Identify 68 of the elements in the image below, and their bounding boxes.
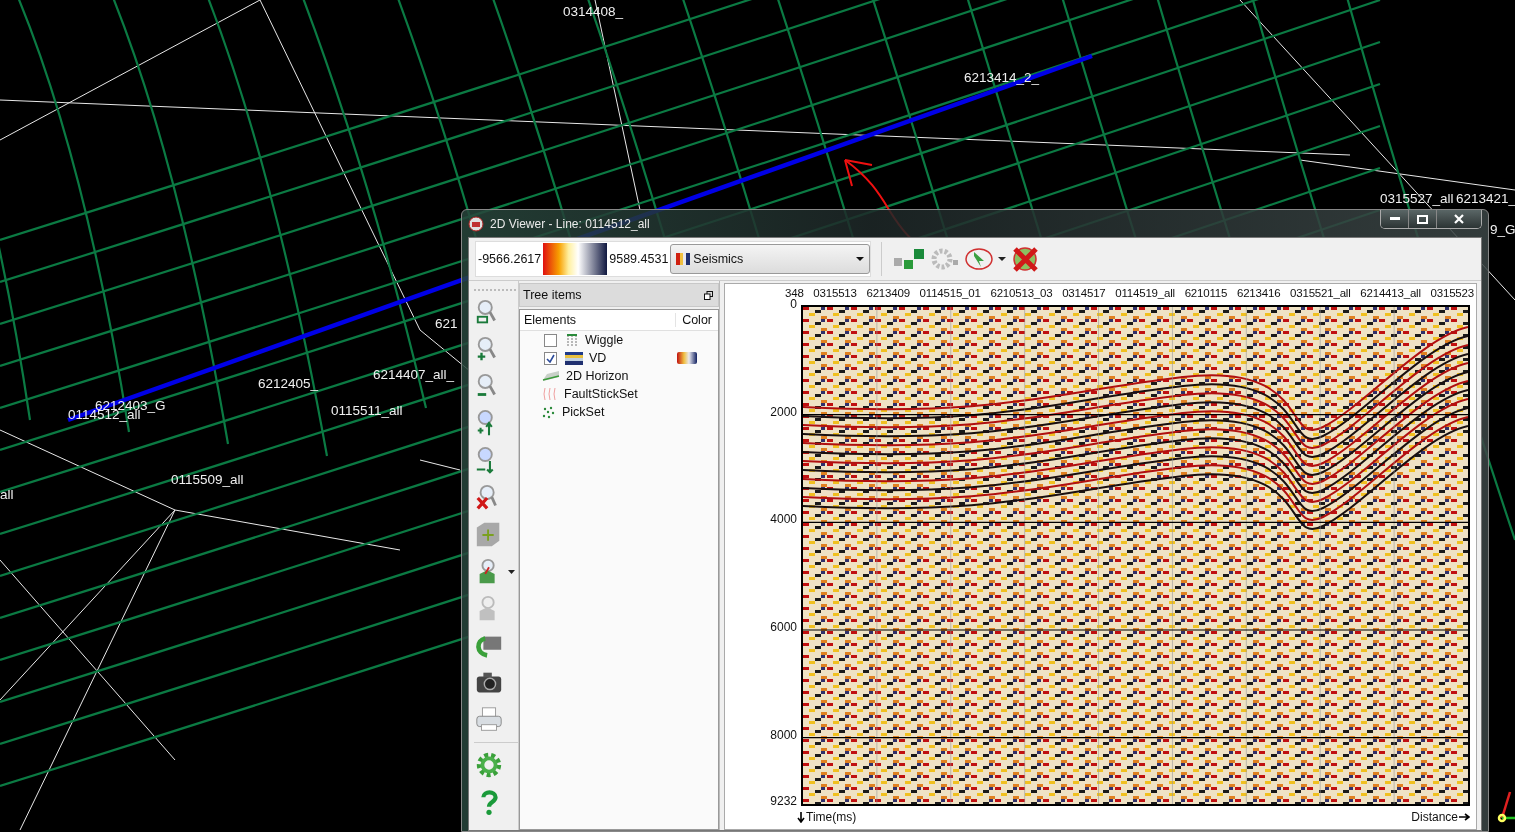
colortable-dropdown[interactable]: Seismics bbox=[670, 244, 871, 274]
horizon-icon bbox=[542, 370, 560, 382]
close-icon bbox=[1454, 214, 1464, 224]
density-icon bbox=[565, 351, 583, 365]
line-label: 0315523 bbox=[1430, 287, 1474, 299]
axis-tick-label: 4000 bbox=[770, 512, 797, 527]
line-label: 0314408_ bbox=[563, 4, 624, 20]
checkbox[interactable] bbox=[544, 333, 557, 347]
line-label: 0115511_all bbox=[331, 403, 403, 419]
settings-icon[interactable] bbox=[474, 750, 504, 780]
line-label: 0314517 bbox=[1062, 287, 1106, 299]
tree-item[interactable]: 2D Horizon bbox=[566, 369, 629, 383]
line-label: 0315527_all bbox=[1380, 191, 1454, 207]
window-title: 2D Viewer - Line: 0114512_all bbox=[490, 216, 650, 231]
line-label: 6212405_ bbox=[258, 376, 319, 392]
tree-item[interactable]: FaultStickSet bbox=[564, 387, 638, 401]
max-value-field[interactable]: 9589.4531 bbox=[607, 252, 671, 266]
axis-tick-label: 2000 bbox=[770, 404, 797, 419]
colortable-icon bbox=[676, 253, 691, 265]
pick-points-icon bbox=[542, 405, 556, 419]
line-label: 6214413_all bbox=[1360, 287, 1421, 299]
caret-icon[interactable] bbox=[508, 570, 515, 574]
cubes-icon[interactable] bbox=[892, 246, 927, 272]
fault-sticks-icon bbox=[542, 387, 558, 401]
checkbox[interactable] bbox=[544, 351, 557, 365]
line-label: 6210115 bbox=[1184, 287, 1228, 299]
column-header[interactable]: Elements bbox=[520, 313, 676, 327]
line-label: 6214407_all_ bbox=[373, 367, 455, 383]
caret-icon bbox=[856, 257, 865, 261]
line-label: 0114515_01 bbox=[919, 287, 981, 299]
line-label: 0115509_all bbox=[171, 472, 244, 488]
close-button[interactable] bbox=[1437, 210, 1481, 228]
line-label: 6213416 bbox=[1236, 287, 1281, 299]
axis-tick-label: 8000 bbox=[770, 727, 797, 742]
app-icon bbox=[468, 215, 484, 232]
line-label: 348 bbox=[785, 287, 804, 299]
maximize-icon bbox=[1417, 214, 1428, 224]
tree-item[interactable]: VD bbox=[589, 351, 607, 365]
minimize-icon bbox=[1389, 217, 1400, 221]
wiggle-icon bbox=[565, 333, 579, 347]
maximize-button[interactable] bbox=[1409, 210, 1437, 228]
line-label: 0315521_all bbox=[1290, 287, 1351, 299]
axis-tick-label: 9232 bbox=[770, 794, 797, 808]
colorbar-icon[interactable] bbox=[543, 243, 608, 275]
right-arrow-icon bbox=[1459, 813, 1470, 821]
colortable-swatch[interactable] bbox=[677, 352, 697, 364]
tree-item[interactable]: PickSet bbox=[562, 405, 605, 419]
line-label: 6210513_03 bbox=[990, 287, 1053, 299]
line-label: 0114519_all bbox=[1115, 287, 1175, 299]
line-label: 6213409 bbox=[866, 287, 910, 299]
panel-title: Tree items bbox=[523, 288, 582, 302]
undock-icon[interactable] bbox=[704, 290, 713, 300]
tree-item[interactable]: Wiggle bbox=[585, 333, 624, 347]
minimize-button[interactable] bbox=[1381, 210, 1409, 228]
line-label: 621 bbox=[435, 316, 458, 332]
axis-label: Time(ms) bbox=[806, 810, 857, 824]
down-arrow-icon bbox=[797, 811, 805, 823]
axis-tick-label: 6000 bbox=[770, 620, 797, 634]
column-header[interactable]: Color bbox=[675, 313, 718, 327]
line-label: 0315513 bbox=[813, 287, 857, 299]
axis-triad-icon bbox=[1497, 791, 1515, 823]
pointer-icon[interactable] bbox=[964, 246, 995, 272]
axis-tick-label: 0 bbox=[790, 297, 797, 311]
line-label: 9_G bbox=[1490, 222, 1515, 238]
caret-icon[interactable] bbox=[998, 257, 1007, 261]
min-value-field[interactable]: -9566.2617 bbox=[476, 252, 544, 266]
axis-label: Distance bbox=[1411, 810, 1458, 824]
line-label: all bbox=[0, 487, 14, 503]
